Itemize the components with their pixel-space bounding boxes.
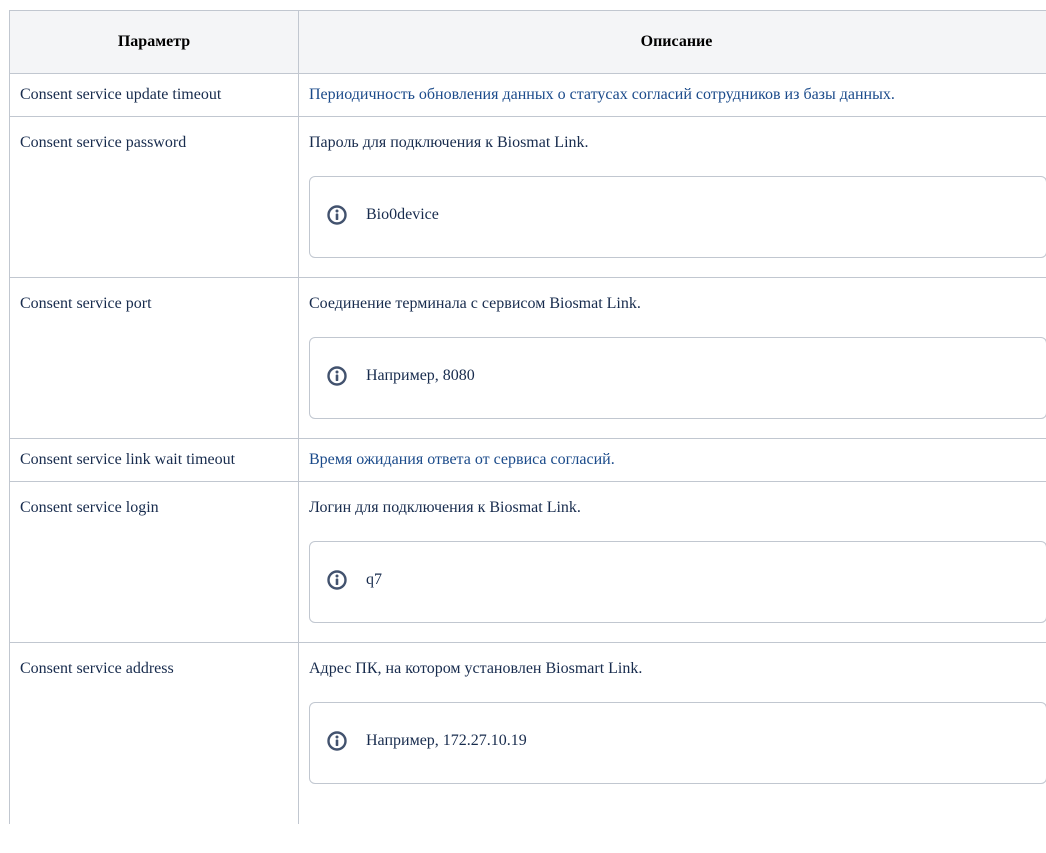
param-name: Consent service update timeout [20,86,222,103]
table-row: Consent service update timeout Периодичн… [9,73,1046,117]
info-circle-icon [327,205,347,225]
table-row: Consent service link wait timeout Время … [9,438,1046,482]
table-row: Consent service password Пароль для подк… [9,116,1046,278]
param-name: Consent service address [20,660,174,677]
param-name: Consent service port [20,295,152,312]
info-panel: Например, 8080 [309,337,1046,419]
param-name: Consent service link wait timeout [20,451,236,468]
description-cell: Соединение терминала с сервисом Biosmat … [298,277,1046,439]
description-text: Адрес ПК, на котором установлен Biosmart… [309,660,643,677]
description-cell: Адрес ПК, на котором установлен Biosmart… [298,642,1046,824]
description-text: Пароль для подключения к Biosmat Link. [309,134,589,151]
info-panel: Bio0device [309,176,1046,258]
description-text: Соединение терминала с сервисом Biosmat … [309,295,641,312]
description-cell: Время ожидания ответа от сервиса согласи… [298,438,1046,482]
table-row: Consent service login Логин для подключе… [9,481,1046,643]
param-cell: Consent service address [9,642,299,824]
parameters-table-wrapper: Параметр Описание Consent service update… [9,10,1046,824]
info-text: q7 [366,571,382,588]
column-header-param: Параметр [9,10,299,74]
param-cell: Consent service login [9,481,299,643]
column-header-description: Описание [298,10,1046,74]
param-cell: Consent service update timeout [9,73,299,117]
info-circle-icon [327,731,347,751]
description-cell: Логин для подключения к Biosmat Link. q7 [298,481,1046,643]
description-text: Логин для подключения к Biosmat Link. [309,499,581,516]
info-text: Например, 8080 [366,367,475,384]
description-cell: Пароль для подключения к Biosmat Link. B… [298,116,1046,278]
description-cell: Периодичность обновления данных о статус… [298,73,1046,117]
info-text: Например, 172.27.10.19 [366,732,527,749]
info-circle-icon [327,366,347,386]
param-cell: Consent service port [9,277,299,439]
info-panel: Например, 172.27.10.19 [309,702,1046,784]
param-name: Consent service password [20,134,187,151]
table-header-row: Параметр Описание [9,10,1046,74]
parameters-table: Параметр Описание Consent service update… [9,10,1046,824]
param-cell: Consent service password [9,116,299,278]
description-text: Время ожидания ответа от сервиса согласи… [309,451,615,468]
table-row: Consent service port Соединение терминал… [9,277,1046,439]
info-panel: q7 [309,541,1046,623]
description-text: Периодичность обновления данных о статус… [309,86,895,103]
param-name: Consent service login [20,499,159,516]
table-row: Consent service address Адрес ПК, на кот… [9,642,1046,824]
param-cell: Consent service link wait timeout [9,438,299,482]
info-text: Bio0device [366,206,439,223]
info-circle-icon [327,570,347,590]
